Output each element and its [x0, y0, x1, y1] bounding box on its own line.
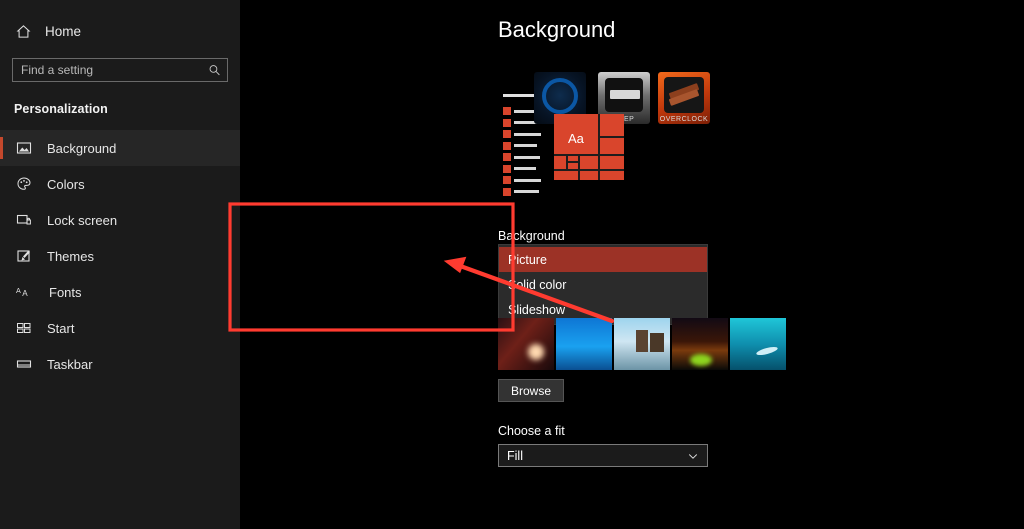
palette-icon: [16, 176, 32, 192]
svg-text:A: A: [16, 286, 21, 295]
sidebar-item-start[interactable]: Start: [0, 310, 240, 346]
search-container: [0, 58, 240, 82]
dropdown-option-label: Slideshow: [508, 302, 565, 317]
dropdown-option-solid-color[interactable]: Solid color: [499, 272, 707, 297]
sidebar-item-label: Themes: [47, 248, 94, 264]
sidebar-item-fonts[interactable]: AA Fonts: [0, 274, 240, 310]
sidebar-item-label: Background: [47, 140, 117, 156]
sidebar-item-background[interactable]: Background: [0, 130, 240, 166]
desktop-preview: KEEP OVERCLOCK Aa: [498, 72, 738, 196]
browse-button[interactable]: Browse: [498, 379, 564, 402]
choose-a-fit-label: Choose a fit: [498, 424, 565, 438]
search-icon[interactable]: [208, 64, 221, 77]
wallpaper-thumb-1[interactable]: [498, 318, 554, 370]
search-box[interactable]: [12, 58, 228, 82]
fit-dropdown-value: Fill: [507, 448, 523, 463]
taskbar-icon: [16, 356, 32, 372]
sidebar-home-label: Home: [45, 23, 82, 39]
main-content: Background KEEP OVERCLOCK Aa Background …: [240, 0, 1024, 529]
background-section-label: Background: [498, 229, 565, 243]
sidebar-item-taskbar[interactable]: Taskbar: [0, 346, 240, 382]
sidebar-section-title: Personalization: [14, 102, 108, 116]
preview-aa-tile: Aa: [554, 114, 624, 180]
lock-screen-icon: [16, 212, 32, 228]
search-input[interactable]: [13, 59, 227, 81]
sidebar-item-lock-screen[interactable]: Lock screen: [0, 202, 240, 238]
sidebar: Home Personalization Background: [0, 0, 240, 529]
wallpaper-thumb-2[interactable]: [556, 318, 612, 370]
preview-aa-text: Aa: [568, 131, 584, 146]
sidebar-item-label: Fonts: [49, 284, 82, 300]
dropdown-option-label: Picture: [508, 252, 547, 267]
wallpaper-thumb-5[interactable]: [730, 318, 786, 370]
home-icon: [16, 24, 31, 39]
wallpaper-thumb-4[interactable]: [672, 318, 728, 370]
page-title: Background: [498, 17, 616, 42]
paintbrush-icon: [16, 248, 32, 264]
dropdown-option-label: Solid color: [508, 277, 567, 292]
chevron-down-icon: [687, 450, 699, 462]
selected-accent-bar: [0, 137, 3, 159]
sidebar-item-label: Start: [47, 320, 75, 336]
wallpaper-thumbnail-list: [498, 318, 786, 370]
svg-text:A: A: [22, 289, 28, 298]
background-type-dropdown[interactable]: Picture Solid color Slideshow: [498, 244, 708, 325]
picture-icon: [16, 140, 32, 156]
preview-app-icon-3: OVERCLOCK: [658, 72, 710, 124]
sidebar-item-themes[interactable]: Themes: [0, 238, 240, 274]
preview-icon-caption: OVERCLOCK: [659, 116, 709, 123]
sidebar-nav-list: Background Colors Lock screen Themes A A…: [0, 130, 240, 382]
sidebar-item-label: Colors: [47, 176, 85, 192]
fit-dropdown[interactable]: Fill: [498, 444, 708, 467]
dropdown-option-picture[interactable]: Picture: [499, 247, 707, 272]
sidebar-item-label: Taskbar: [47, 356, 93, 372]
sidebar-item-home[interactable]: Home: [0, 16, 240, 46]
fonts-aa-icon: AA: [16, 284, 34, 300]
wallpaper-thumb-3[interactable]: [614, 318, 670, 370]
sidebar-item-colors[interactable]: Colors: [0, 166, 240, 202]
settings-window: Home Personalization Background: [0, 0, 1024, 529]
sidebar-item-label: Lock screen: [47, 212, 118, 228]
start-grid-icon: [16, 320, 32, 336]
